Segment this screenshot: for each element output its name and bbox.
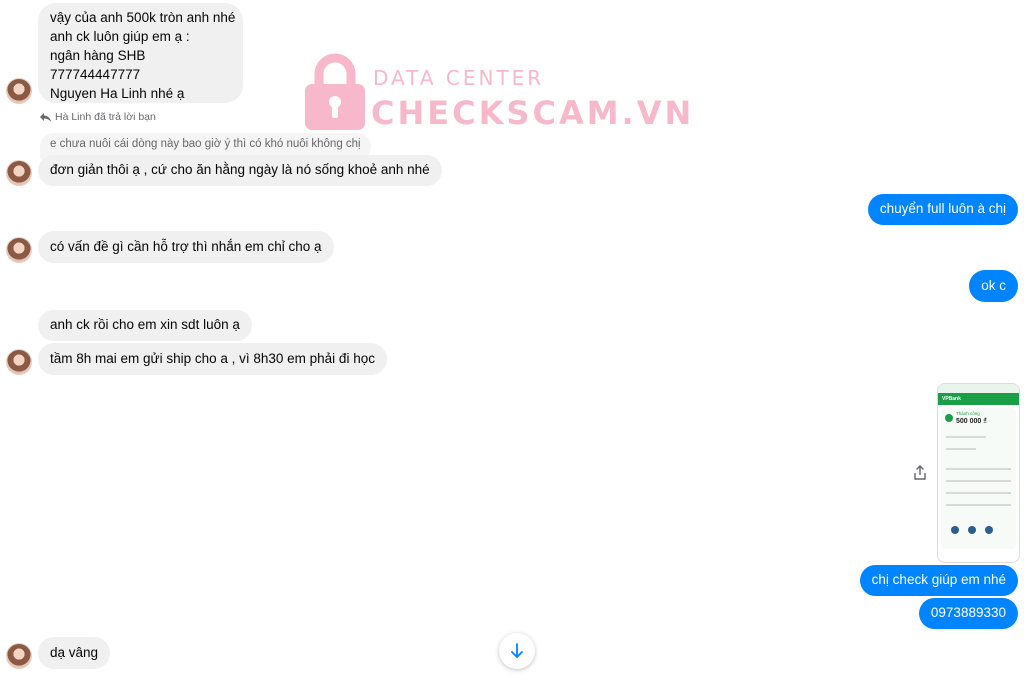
sender-avatar[interactable] (6, 160, 32, 186)
receipt-detail-line (946, 504, 1011, 506)
watermark-main-text: CHECKSCAM.VN (371, 94, 695, 132)
reply-indicator: Hà Linh đã trả lời bạn (40, 111, 156, 123)
checkscam-watermark: DATA CENTER CHECKSCAM.VN (305, 50, 691, 140)
outgoing-message[interactable]: ok c (969, 270, 1018, 302)
scroll-to-bottom-button[interactable] (499, 633, 535, 669)
incoming-message[interactable]: dạ vâng (38, 637, 111, 669)
incoming-message[interactable]: đơn giản thôi ạ , cứ cho ăn hằng ngày là… (38, 155, 442, 186)
receipt-status-bar (938, 384, 1019, 393)
receipt-detail-line (946, 448, 976, 450)
receipt-detail-line (946, 492, 1011, 494)
sender-avatar[interactable] (6, 349, 32, 375)
incoming-message[interactable]: tầm 8h mai em gửi ship cho a , vì 8h30 e… (38, 343, 387, 375)
sender-avatar[interactable] (6, 237, 32, 263)
receipt-action-icon (968, 526, 976, 534)
receipt-card: Thành công 500 000 ₫ (941, 408, 1016, 549)
reply-arrow-icon (40, 112, 51, 122)
receipt-detail-line (946, 468, 1011, 470)
incoming-message[interactable]: vậy của anh 500k tròn anh nhé anh ck luô… (38, 3, 243, 103)
receipt-detail-line (946, 436, 986, 438)
arrow-down-icon (511, 643, 523, 658)
incoming-message[interactable]: có vấn đề gì cần hỗ trợ thì nhắn em chỉ … (38, 231, 334, 263)
incoming-message[interactable]: anh ck rồi cho em xin sdt luôn ạ (38, 310, 252, 341)
receipt-actions (951, 526, 993, 534)
receipt-status: Thành công (956, 411, 980, 416)
outgoing-message[interactable]: chị check giúp em nhé (859, 565, 1018, 596)
message-line: vậy của anh 500k tròn anh nhé (50, 10, 236, 25)
reply-label-text: Hà Linh đã trả lời bạn (55, 111, 156, 123)
receipt-action-icon (985, 526, 993, 534)
outgoing-message[interactable]: chuyển full luôn à chị (867, 194, 1018, 225)
padlock-icon (305, 53, 365, 130)
receipt-bank-header: VPBank (938, 393, 1019, 405)
sender-avatar[interactable] (6, 643, 32, 669)
receipt-action-icon (951, 526, 959, 534)
receipt-amount: 500 000 ₫ (956, 418, 987, 425)
message-line: 777744447777 (50, 67, 141, 82)
success-check-icon (945, 414, 953, 422)
message-line: Nguyen Ha Linh nhé ạ (50, 86, 185, 101)
message-line: ngân hàng SHB (50, 48, 146, 63)
watermark-top-text: DATA CENTER (373, 66, 545, 90)
outgoing-message[interactable]: 0973889330 (918, 598, 1018, 629)
share-icon[interactable] (912, 465, 928, 481)
message-line: anh ck luôn giúp em ạ : (50, 29, 190, 44)
bank-receipt-image[interactable]: VPBank Thành công 500 000 ₫ (937, 383, 1020, 563)
receipt-detail-line (946, 480, 1011, 482)
sender-avatar[interactable] (6, 78, 32, 104)
